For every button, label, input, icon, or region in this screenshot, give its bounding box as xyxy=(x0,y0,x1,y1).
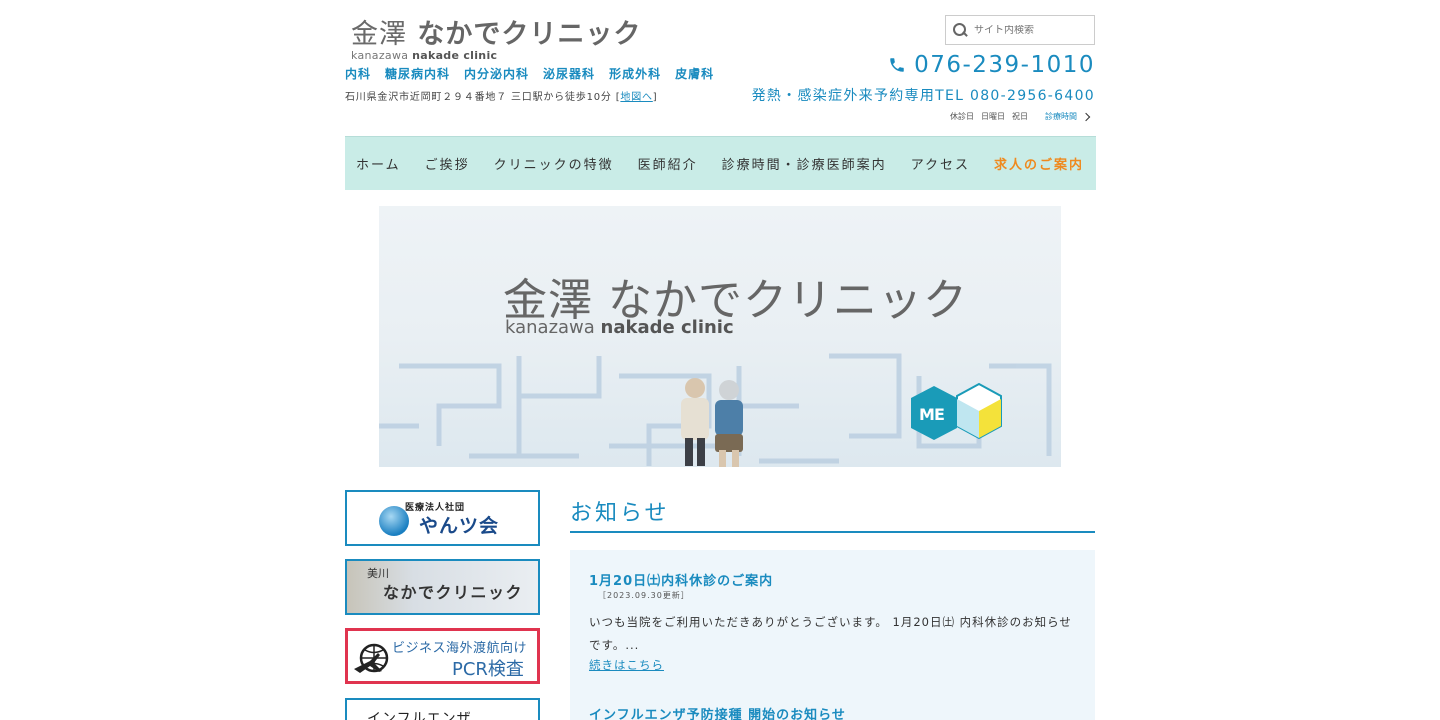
news-section-title: お知らせ xyxy=(570,501,670,526)
news-divider xyxy=(570,531,1095,533)
banner-mikawa-clinic[interactable]: 美川 なかでクリニック xyxy=(345,559,540,615)
phone-number: 076-239-1010 xyxy=(914,52,1095,78)
hours-link-label: 診療時間 xyxy=(1045,112,1077,121)
banner4-line1: インフルエンザ xyxy=(367,711,472,720)
news-item-heading-2[interactable]: インフルエンザ予防接種 開始のお知らせ xyxy=(589,704,846,720)
banner1-big-text: やんツ会 xyxy=(419,515,500,537)
holiday-sunday: 日曜日 xyxy=(981,112,1005,121)
nav-home[interactable]: ホーム xyxy=(356,154,401,173)
main-phone[interactable]: 076-239-1010 xyxy=(888,52,1095,78)
nav-features[interactable]: クリニックの特徴 xyxy=(494,154,614,173)
dept-link-endocrine[interactable]: 内分泌内科 xyxy=(464,65,529,82)
elderly-couple-figure xyxy=(681,378,743,467)
logo-kana: なかでクリニック xyxy=(417,19,642,50)
search-icon[interactable] xyxy=(952,22,968,38)
address-text: 石川県金沢市近岡町２９４番地７ 三口駅から徒歩10分 xyxy=(345,92,612,103)
nav-greeting[interactable]: ご挨拶 xyxy=(425,154,470,173)
svg-text:M: M xyxy=(919,405,935,424)
fever-clinic-phone[interactable]: 発熱・感染症外来予約専用TEL 080-2956-6400 xyxy=(752,85,1095,105)
map-bracket-close: ] xyxy=(652,92,658,103)
nav-recruit[interactable]: 求人のご案内 xyxy=(994,154,1084,173)
news-list: 1月20日㈯内科休診のご案内 ［2023.09.30更新］ いつも当院をご利用い… xyxy=(570,550,1095,720)
nav-access[interactable]: アクセス xyxy=(911,154,970,173)
hero-banner: M E 金澤 なかでクリニック kanazawa nakade clinic xyxy=(379,206,1061,467)
hero-sub-light: kanazawa xyxy=(505,317,595,338)
clinic-address: 石川県金沢市近岡町２９４番地７ 三口駅から徒歩10分 [地図へ] xyxy=(345,88,658,103)
dept-link-plastic[interactable]: 形成外科 xyxy=(609,65,661,82)
global-nav: ホーム ご挨拶 クリニックの特徴 医師紹介 診療時間・診療医師案内 アクセス 求… xyxy=(345,136,1096,190)
banner-medical-corporation[interactable]: 医療法人社団 やんツ会 xyxy=(345,490,540,546)
logo-japanese: 金澤 なかでクリニック xyxy=(351,12,641,51)
news-item-date: ［2023.09.30更新］ xyxy=(598,591,690,600)
chevron-right-icon xyxy=(1081,112,1091,121)
nav-hours[interactable]: 診療時間・診療医師案内 xyxy=(722,154,887,173)
holiday-national: 祝日 xyxy=(1012,112,1028,121)
svg-text:E: E xyxy=(934,405,945,424)
banner3-line1: ビジネス海外渡航向け xyxy=(392,641,528,656)
department-links: 内科 糖尿病内科 内分泌内科 泌尿器科 形成外科 皮膚科 xyxy=(345,65,714,82)
hours-link[interactable]: 診療時間 xyxy=(1045,111,1091,122)
dept-link-internal[interactable]: 内科 xyxy=(345,65,371,82)
banner-pcr-test[interactable]: ビジネス海外渡航向け PCR検査 xyxy=(345,628,540,684)
hero-sub-bold: nakade clinic xyxy=(600,317,734,338)
banner3-line2: PCR検査 xyxy=(452,659,524,680)
banner2-big-text: なかでクリニック xyxy=(383,583,524,602)
logo-kanji: 金澤 xyxy=(351,19,407,50)
me-cube-logo: M E xyxy=(911,382,1002,440)
map-link[interactable]: 地図へ xyxy=(620,92,652,103)
holiday-info: 休診日 日曜日 祝日 診療時間 xyxy=(950,111,1091,122)
banner-influenza[interactable]: インフルエンザ xyxy=(345,698,540,720)
search-input[interactable] xyxy=(974,24,1089,36)
dept-link-diabetes[interactable]: 糖尿病内科 xyxy=(385,65,450,82)
phone-icon xyxy=(890,58,904,72)
holiday-label: 休診日 xyxy=(950,112,974,121)
airplane-globe-icon xyxy=(354,643,389,673)
hero-subtitle: kanazawa nakade clinic xyxy=(505,317,734,338)
dept-link-urology[interactable]: 泌尿器科 xyxy=(543,65,595,82)
logo-en-light: kanazawa xyxy=(351,49,409,62)
nav-doctors[interactable]: 医師紹介 xyxy=(638,154,698,173)
site-logo[interactable]: 金澤 なかでクリニック kanazawa nakade clinic xyxy=(351,12,641,62)
news-read-more-link[interactable]: 続きはこちら xyxy=(589,657,664,673)
dept-link-dermatology[interactable]: 皮膚科 xyxy=(675,65,714,82)
news-item-body: いつも当院をご利用いただきありがとうございます。 1月20日㈯ 内科休診のお知ら… xyxy=(589,615,1072,652)
logo-en-bold: nakade clinic xyxy=(412,49,498,62)
news-item-heading[interactable]: 1月20日㈯内科休診のご案内 xyxy=(589,570,773,589)
site-search[interactable] xyxy=(945,15,1095,45)
